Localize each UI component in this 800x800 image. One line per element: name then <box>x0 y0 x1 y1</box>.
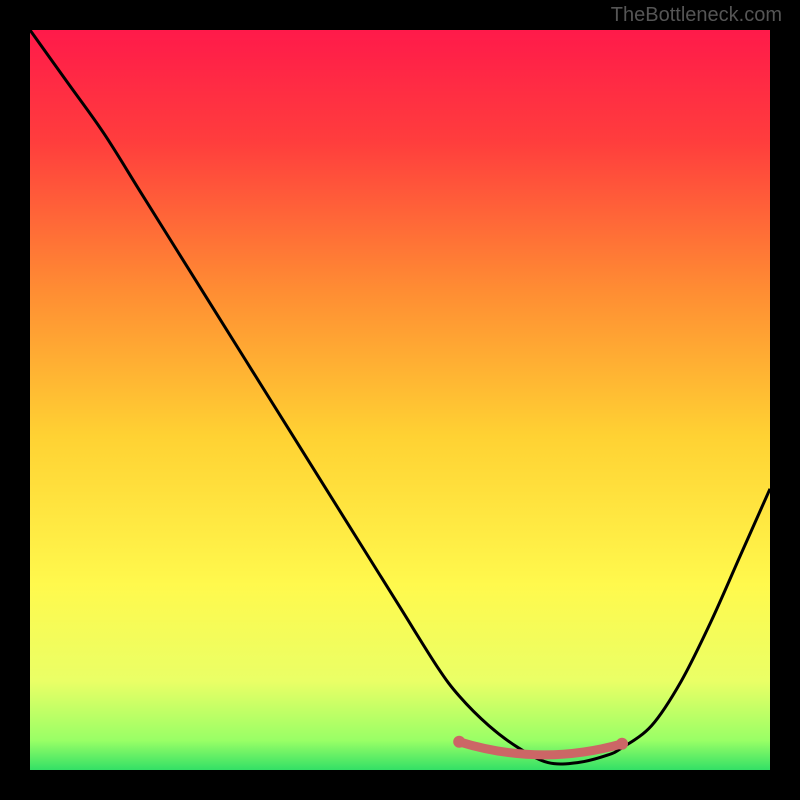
optimal-range-marker <box>453 736 628 755</box>
curve-layer <box>30 30 770 770</box>
plot-area <box>30 30 770 770</box>
watermark-text: TheBottleneck.com <box>611 4 782 27</box>
chart-container: TheBottleneck.com <box>0 0 800 800</box>
bottleneck-curve <box>30 30 770 764</box>
